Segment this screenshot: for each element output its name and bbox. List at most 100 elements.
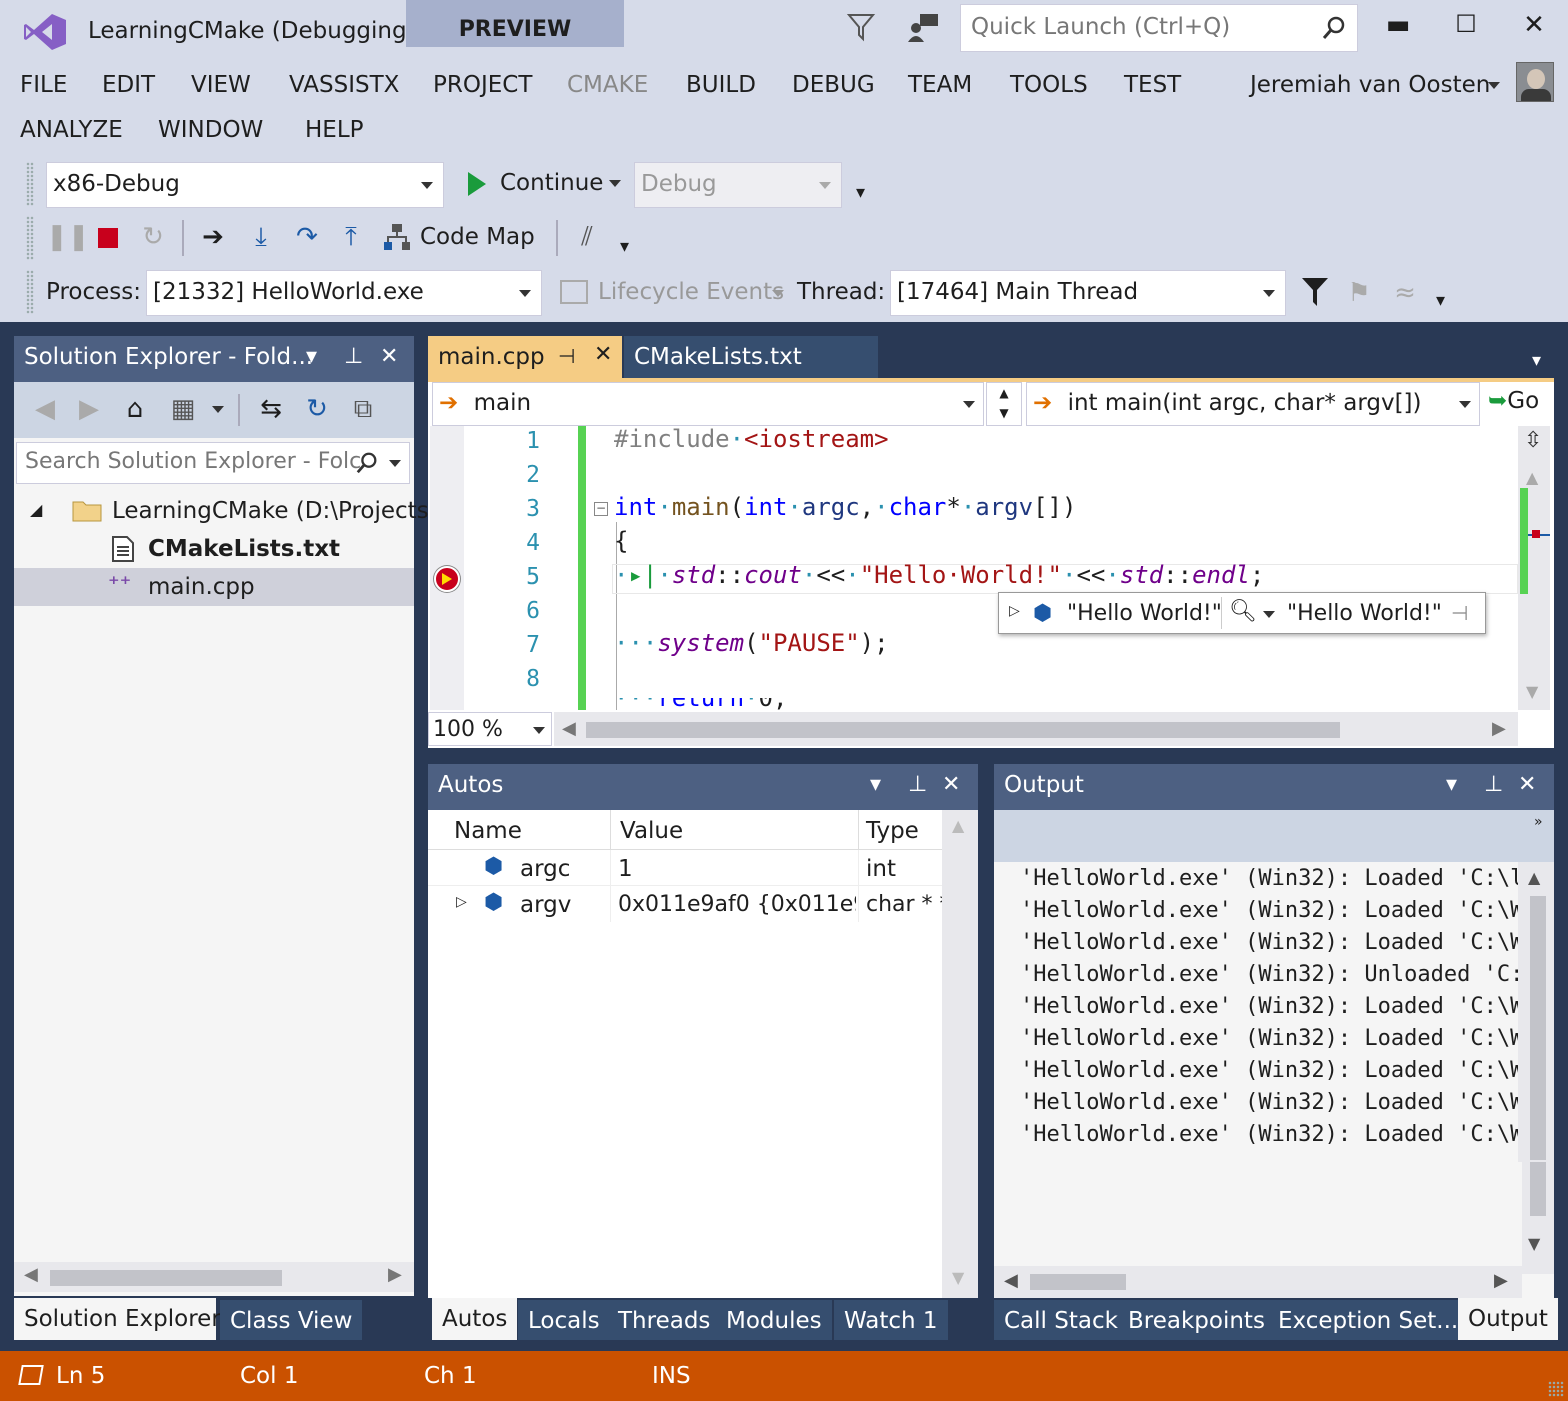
datatip[interactable]: ▷ ⬢ "Hello World!" 🔍︎ "Hello World!" ⊣ — [998, 592, 1486, 634]
menu-vassistx[interactable]: VASSISTX — [289, 72, 399, 98]
horizontal-scrollbar[interactable]: ◀ ▶ — [994, 1266, 1522, 1298]
toolbar-grip[interactable] — [26, 162, 34, 206]
menu-tools[interactable]: TOOLS — [1010, 72, 1088, 98]
resize-grip[interactable] — [1548, 1381, 1564, 1397]
menu-test[interactable]: TEST — [1124, 72, 1181, 98]
tab-breakpoints[interactable]: Breakpoints — [1118, 1300, 1275, 1340]
scope-right-select[interactable]: ➔ int main(int argc, char* argv[]) — [1026, 382, 1480, 426]
scroll-down-icon[interactable]: ▼ — [952, 1268, 964, 1287]
scroll-thumb[interactable] — [50, 1270, 282, 1286]
scroll-right-icon[interactable]: ▶ — [1494, 1270, 1508, 1291]
pin-icon[interactable]: ⊣ — [558, 344, 575, 368]
table-row[interactable]: ▷ ⬢ argv 0x011e9af0 {0x011e9a char * * — [428, 886, 942, 922]
go-button[interactable]: ➥Go — [1488, 388, 1539, 414]
search-options-icon[interactable] — [389, 460, 401, 467]
minimize-button[interactable]: ▬ — [1378, 10, 1418, 46]
close-icon[interactable]: ✕ — [380, 344, 398, 369]
hex-display-icon[interactable]: ⫽ — [570, 220, 604, 254]
scroll-up-icon[interactable]: ▲ — [1526, 468, 1538, 487]
horizontal-scrollbar[interactable]: ◀ ▶ — [14, 1262, 414, 1292]
forward-icon[interactable]: ▶ — [72, 392, 106, 426]
menu-cmake[interactable]: CMAKE — [567, 72, 648, 98]
home-icon[interactable]: ⌂ — [118, 392, 152, 426]
tab-autos[interactable]: Autos — [432, 1298, 518, 1340]
pause-icon[interactable]: ❚❚ — [46, 220, 90, 254]
tree-item-root[interactable]: ◢ LearningCMake (D:\Projects\ — [14, 492, 436, 530]
menu-file[interactable]: FILE — [20, 72, 67, 98]
column-header-name[interactable]: Name — [454, 818, 522, 844]
toolbar-overflow-icon[interactable]: ▾ — [856, 182, 865, 203]
solution-platform-select[interactable]: Debug — [634, 162, 842, 208]
step-out-icon[interactable]: ⤒ — [334, 220, 368, 254]
quick-launch-input[interactable]: Quick Launch (Ctrl+Q) — [960, 4, 1358, 52]
window-position-icon[interactable]: ▾ — [1446, 772, 1457, 797]
lifecycle-events-button[interactable]: Lifecycle Events — [598, 279, 784, 305]
tab-solution-explorer[interactable]: Solution Explorer — [14, 1298, 221, 1340]
scroll-left-icon[interactable]: ◀ — [562, 718, 576, 739]
pin-icon[interactable]: ⊥ — [344, 344, 363, 369]
sync-icon[interactable]: ⇆ — [254, 392, 288, 426]
visualizer-dropdown-icon[interactable] — [1263, 611, 1275, 618]
scroll-left-icon[interactable]: ◀ — [24, 1264, 38, 1285]
scroll-down-icon[interactable]: ▼ — [1526, 682, 1538, 701]
continue-button[interactable]: Continue — [500, 170, 603, 196]
scroll-thumb[interactable] — [1030, 1274, 1126, 1290]
step-over-icon[interactable]: ↷ — [290, 220, 324, 254]
switch-views-dropdown-icon[interactable] — [212, 406, 224, 413]
show-threads-icon[interactable]: ≈ — [1388, 276, 1422, 310]
zoom-select[interactable]: 100 % — [428, 712, 552, 746]
stop-icon[interactable] — [98, 228, 118, 248]
menu-window[interactable]: WINDOW — [158, 117, 263, 143]
scroll-up-icon[interactable]: ▲ — [1528, 868, 1540, 887]
scroll-thumb[interactable] — [586, 722, 1340, 738]
toolbar-grip[interactable] — [26, 270, 34, 314]
menu-view[interactable]: VIEW — [191, 72, 251, 98]
toolbar-overflow-icon[interactable]: » — [1534, 814, 1543, 830]
expand-arrow-icon[interactable]: ▷ — [456, 894, 467, 910]
tab-class-view[interactable]: Class View — [220, 1300, 363, 1340]
vertical-scrollbar[interactable]: ▲ ▼ — [942, 810, 978, 1298]
pin-icon[interactable]: ⊣ — [1451, 601, 1468, 625]
code-map-button[interactable]: Code Map — [420, 224, 535, 250]
scroll-thumb[interactable] — [1530, 896, 1546, 1160]
menu-help[interactable]: HELP — [305, 117, 364, 143]
expand-arrow-icon[interactable]: ▷ — [1009, 603, 1020, 619]
scroll-right-icon[interactable]: ▶ — [388, 1264, 402, 1285]
restart-icon[interactable]: ↻ — [136, 220, 170, 254]
tree-item-main-cpp[interactable]: ⁺⁺ main.cpp — [14, 568, 414, 606]
close-icon[interactable]: ✕ — [594, 342, 612, 367]
search-icon[interactable] — [355, 451, 379, 475]
tab-overflow-icon[interactable]: ▾ — [1532, 350, 1541, 371]
collapse-toggle-icon[interactable]: − — [594, 502, 608, 516]
user-dropdown-icon[interactable] — [1488, 82, 1500, 89]
menu-analyze[interactable]: ANALYZE — [20, 117, 123, 143]
tab-locals[interactable]: Locals — [518, 1300, 610, 1340]
switch-views-icon[interactable]: ▦ — [166, 392, 200, 426]
visualizer-icon[interactable]: 🔍︎ — [1229, 599, 1257, 624]
window-position-icon[interactable]: ▾ — [870, 772, 881, 797]
close-icon[interactable]: ✕ — [942, 772, 960, 797]
row-value[interactable]: 0x011e9af0 {0x011e9a — [618, 892, 856, 917]
row-value[interactable]: 1 — [618, 856, 633, 882]
continue-dropdown-icon[interactable] — [609, 180, 621, 187]
autos-title-bar[interactable]: Autos ▾ ⊥ ✕ — [428, 764, 978, 810]
horizontal-scrollbar[interactable]: ◀ ▶ — [554, 712, 1518, 746]
lifecycle-dropdown-icon[interactable] — [772, 290, 784, 297]
scroll-right-icon[interactable]: ▶ — [1492, 718, 1506, 739]
thread-select[interactable]: [17464] Main Thread — [890, 270, 1286, 316]
lifecycle-events-icon[interactable] — [560, 280, 588, 304]
back-icon[interactable]: ◀ — [28, 392, 62, 426]
tab-output[interactable]: Output — [1458, 1298, 1558, 1340]
solution-search-input[interactable]: Search Solution Explorer - Folc — [16, 442, 410, 484]
split-stepper[interactable]: ▲ ▼ — [986, 382, 1022, 426]
scroll-up-icon[interactable]: ▲ — [952, 816, 964, 835]
column-header-type[interactable]: Type — [866, 818, 919, 844]
user-name[interactable]: Jeremiah van Oosten — [1250, 72, 1490, 98]
scroll-left-icon[interactable]: ◀ — [1004, 1270, 1018, 1291]
menu-edit[interactable]: EDIT — [102, 72, 155, 98]
output-title-bar[interactable]: Output ▾ ⊥ ✕ — [994, 764, 1554, 810]
close-icon[interactable]: ✕ — [1518, 772, 1536, 797]
tab-modules[interactable]: Modules — [716, 1300, 832, 1340]
code-map-icon[interactable] — [382, 222, 412, 252]
menu-build[interactable]: BUILD — [686, 72, 756, 98]
